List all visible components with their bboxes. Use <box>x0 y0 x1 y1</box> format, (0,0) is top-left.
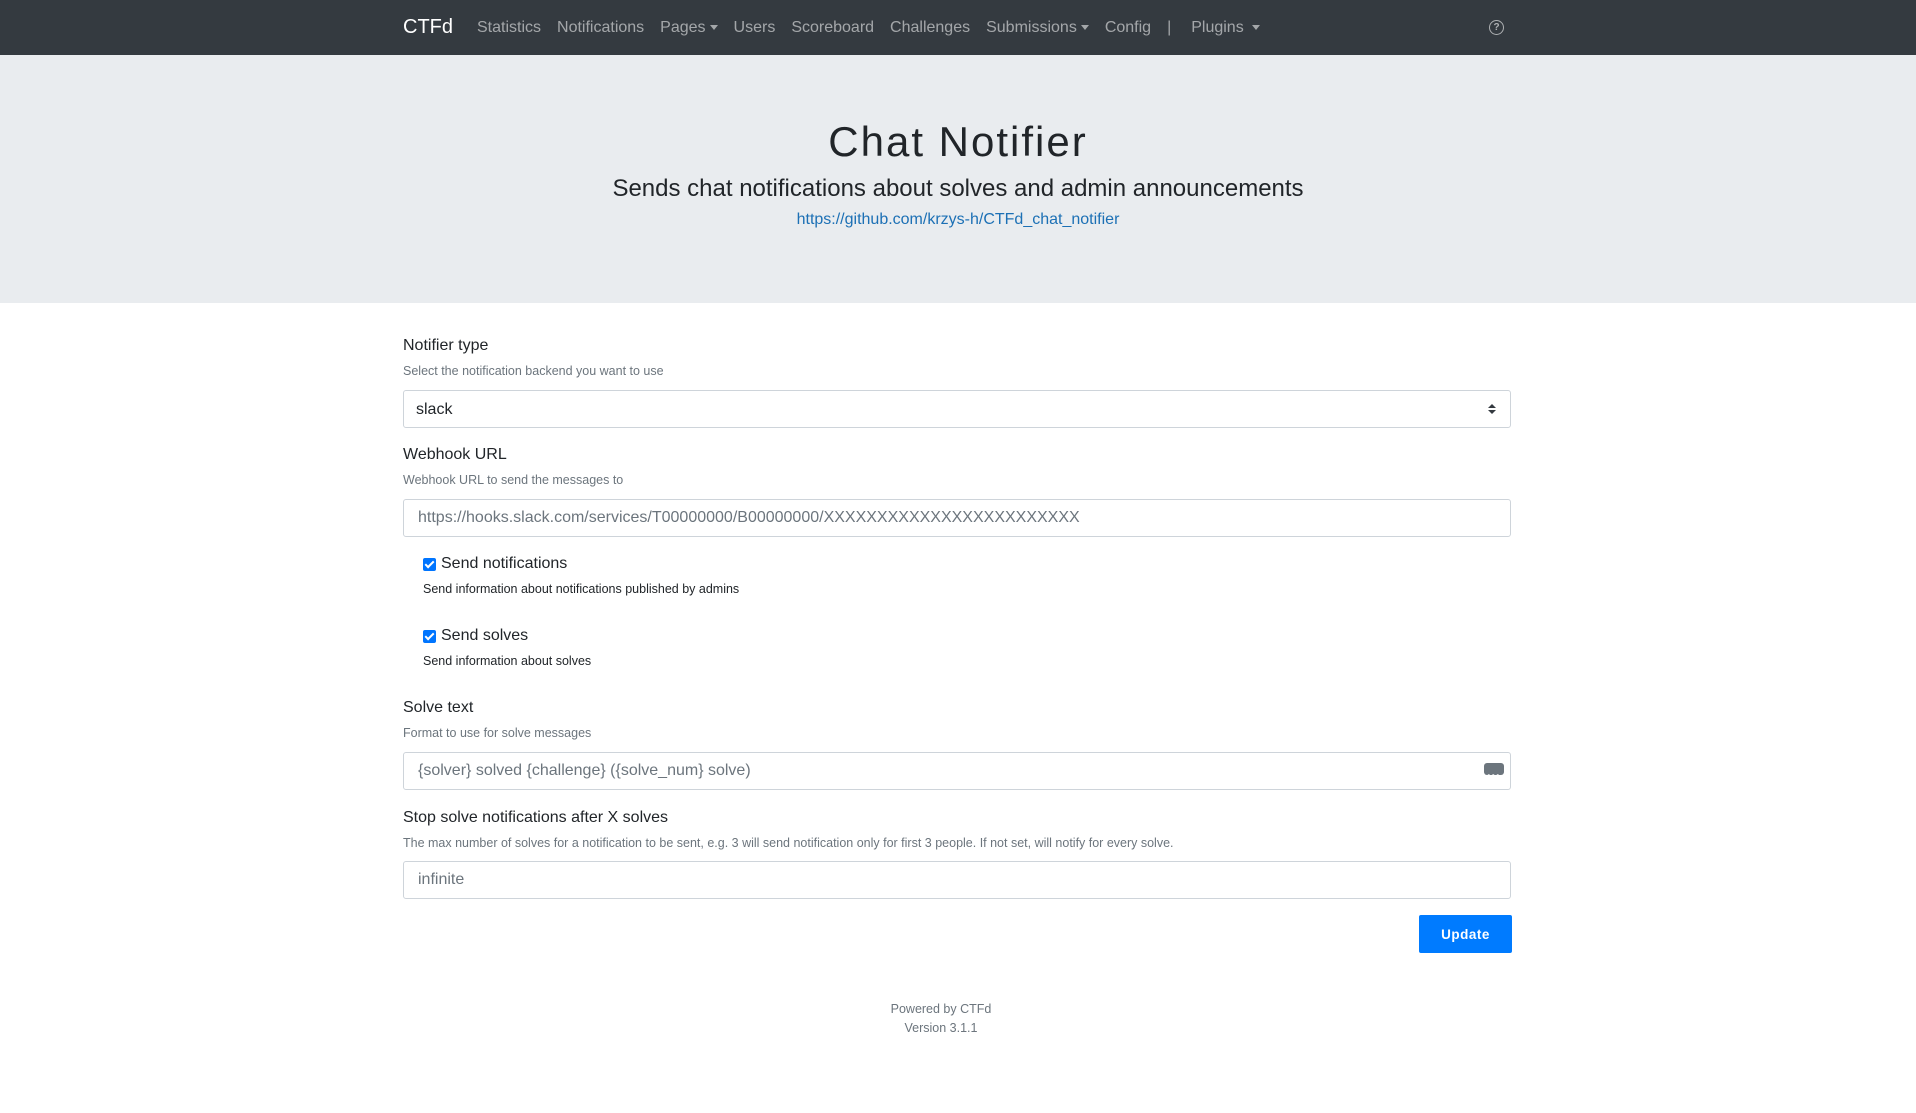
solve-limit-help: The max number of solves for a notificat… <box>403 836 1174 850</box>
nav-submissions-label: Submissions <box>986 18 1077 36</box>
nav-config[interactable]: Config <box>1105 19 1151 37</box>
chevron-down-icon <box>1080 25 1089 30</box>
solve-text-label: Solve text <box>403 699 474 716</box>
notifier-type-select[interactable]: slack <box>403 390 1511 428</box>
webhook-url-label: Webhook URL <box>403 446 507 463</box>
send-solves-checkbox[interactable] <box>423 629 436 643</box>
message-icon[interactable] <box>1484 759 1504 795</box>
nav-plugins-label: Plugins <box>1191 18 1244 36</box>
chevron-down-icon <box>709 25 718 30</box>
select-arrows-icon <box>1488 404 1496 415</box>
webhook-url-help: Webhook URL to send the messages to <box>403 473 624 487</box>
notifier-type-label: Notifier type <box>403 337 489 354</box>
nav-users[interactable]: Users <box>734 19 776 37</box>
solve-limit-field <box>403 861 1511 899</box>
update-button[interactable]: Update <box>1419 915 1512 953</box>
nav-pages-dropdown[interactable]: Pages <box>660 18 718 37</box>
notifier-type-help: Select the notification backend you want… <box>403 364 664 378</box>
nav-pages-label: Pages <box>660 18 706 36</box>
webhook-url-input[interactable] <box>416 500 1460 536</box>
nav-challenges[interactable]: Challenges <box>890 19 970 37</box>
navbar-inner: CTFd Statistics Notifications Pages User… <box>403 0 1916 55</box>
send-solves-label[interactable]: Send solves <box>441 627 528 645</box>
page-header: Chat Notifier Sends chat notifications a… <box>0 55 1916 303</box>
nav-scoreboard[interactable]: Scoreboard <box>791 19 874 37</box>
chevron-down-icon <box>1251 25 1260 30</box>
page-title: Chat Notifier <box>828 118 1088 165</box>
send-solves-row: Send solves <box>423 627 528 645</box>
solve-limit-label: Stop solve notifications after X solves <box>403 809 669 826</box>
send-solves-help: Send information about solves <box>423 654 592 668</box>
question-circle-icon[interactable]: ? <box>1489 20 1504 35</box>
nav-notifications[interactable]: Notifications <box>557 19 644 37</box>
notifier-type-value: slack <box>416 401 453 418</box>
footer-powered[interactable]: Powered by CTFd <box>0 1002 1916 1016</box>
footer-version: Version 3.1.1 <box>904 1021 978 1035</box>
brand-logo[interactable]: CTFd <box>403 16 453 39</box>
page-subtitle: Sends chat notifications about solves an… <box>612 175 1304 202</box>
nav-plugins-dropdown[interactable]: Plugins <box>1191 18 1260 37</box>
send-notifications-checkbox[interactable] <box>423 557 436 571</box>
nav-submissions-dropdown[interactable]: Submissions <box>986 19 1089 37</box>
nav-divider: | <box>1167 18 1172 36</box>
github-link[interactable]: https://github.com/krzys-h/CTFd_chat_not… <box>0 211 1916 229</box>
send-notifications-row: Send notifications <box>423 555 567 573</box>
nav-statistics[interactable]: Statistics <box>477 19 541 37</box>
solve-text-field <box>403 752 1511 795</box>
send-notifications-help: Send information about notifications pub… <box>423 582 740 596</box>
webhook-url-field <box>403 499 1511 537</box>
solve-limit-input[interactable] <box>416 862 1460 898</box>
top-navbar: CTFd Statistics Notifications Pages User… <box>0 0 1916 55</box>
solve-text-help: Format to use for solve messages <box>403 726 592 740</box>
send-notifications-label[interactable]: Send notifications <box>441 555 567 573</box>
solve-text-input[interactable] <box>416 753 1460 789</box>
